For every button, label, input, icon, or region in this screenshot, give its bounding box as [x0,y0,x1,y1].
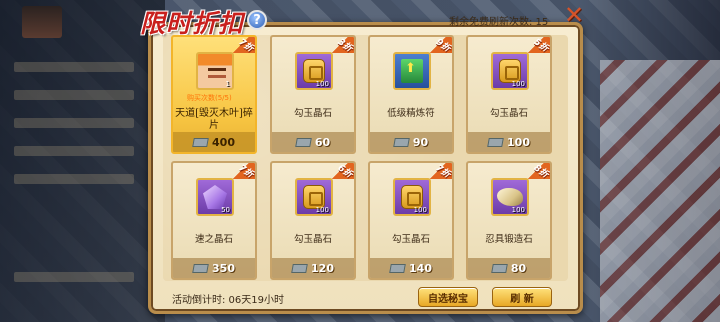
item-slot: 100 [393,178,431,216]
coupon-icon [192,263,209,273]
item-slot [393,52,431,90]
item-price: 80 [468,258,550,278]
background-village [600,60,720,322]
item-quantity: 100 [511,80,525,88]
item-name: 勾玉晶石 [489,108,528,119]
price-value: 80 [510,261,527,275]
item-quantity: 100 [413,206,427,214]
custom-treasure-button[interactable]: 自选秘宝 [418,287,478,307]
close-icon[interactable]: ✕ [563,3,585,27]
background-avatar [22,6,62,38]
item-price: 90 [370,132,452,152]
shop-item-card[interactable]: 6折 100 勾玉晶石 120 [270,161,356,280]
coupon-icon [389,263,406,273]
item-slot: 100 [491,52,529,90]
item-price: 350 [173,258,255,278]
shop-item-card[interactable]: 9折 低级精炼符 90 [368,35,454,154]
event-countdown: 活动倒计时: 06天19小时 [172,295,284,306]
item-quantity: 100 [511,206,525,214]
coupon-icon [491,263,508,273]
price-value: 60 [314,135,331,149]
forge-stone-icon [497,188,523,206]
item-quantity: 1 [225,80,230,88]
item-slot: 100 [295,52,333,90]
item-price: 60 [272,132,354,152]
background-row [14,272,134,282]
coupon-icon [393,137,410,147]
item-slot: 100 [491,178,529,216]
background-row [14,62,134,72]
item-name: 速之晶石 [194,234,233,245]
item-slot: 1 [196,52,234,90]
help-icon[interactable]: ? [247,10,267,30]
item-name: 勾玉晶石 [293,234,332,245]
item-price: 400 [173,132,255,152]
price-value: 400 [212,135,235,149]
item-quantity: 100 [315,80,329,88]
shop-item-card[interactable]: 7折 100 勾玉晶石 140 [368,161,454,280]
coupon-icon [295,137,312,147]
item-name: 勾玉晶石 [293,108,332,119]
price-value: 120 [311,261,334,275]
item-quantity: 50 [221,206,230,214]
item-name: 忍具锻造石 [485,234,533,245]
shop-item-card[interactable]: 3折 100 勾玉晶石 60 [270,35,356,154]
shop-item-card[interactable]: 7折 1 购买次数(5/5) 天道[毁灭木叶]碎片 400 [171,35,257,154]
coupon-icon [192,137,209,147]
item-name: 天道[毁灭木叶]碎片 [175,108,253,131]
price-value: 140 [409,261,432,275]
background-row [14,174,134,184]
coupon-icon [291,263,308,273]
shop-item-card[interactable]: 8折 100 忍具锻造石 80 [466,161,552,280]
item-name: 低级精炼符 [387,108,435,119]
refine-scroll-icon [401,59,423,83]
item-quantity: 100 [315,206,329,214]
background-row [14,90,134,100]
background-row [14,146,134,156]
item-price: 120 [272,258,354,278]
item-price: 100 [468,132,550,152]
price-value: 100 [507,135,530,149]
shop-item-card[interactable]: 7折 50 速之晶石 350 [171,161,257,280]
coupon-icon [487,137,504,147]
background-row [14,118,134,128]
item-name: 勾玉晶石 [391,234,430,245]
item-slot: 100 [295,178,333,216]
background-side-panel [0,0,165,322]
item-price: 140 [370,258,452,278]
price-value: 90 [412,135,429,149]
free-refresh-count: 剩余免费刷新次数: 15 [449,17,549,28]
purchase-count: 购买次数(5/5) [187,94,232,102]
shop-item-card[interactable]: 5折 100 勾玉晶石 100 [466,35,552,154]
refresh-button[interactable]: 刷 新 [492,287,552,307]
item-slot: 50 [196,178,234,216]
price-value: 350 [212,261,235,275]
